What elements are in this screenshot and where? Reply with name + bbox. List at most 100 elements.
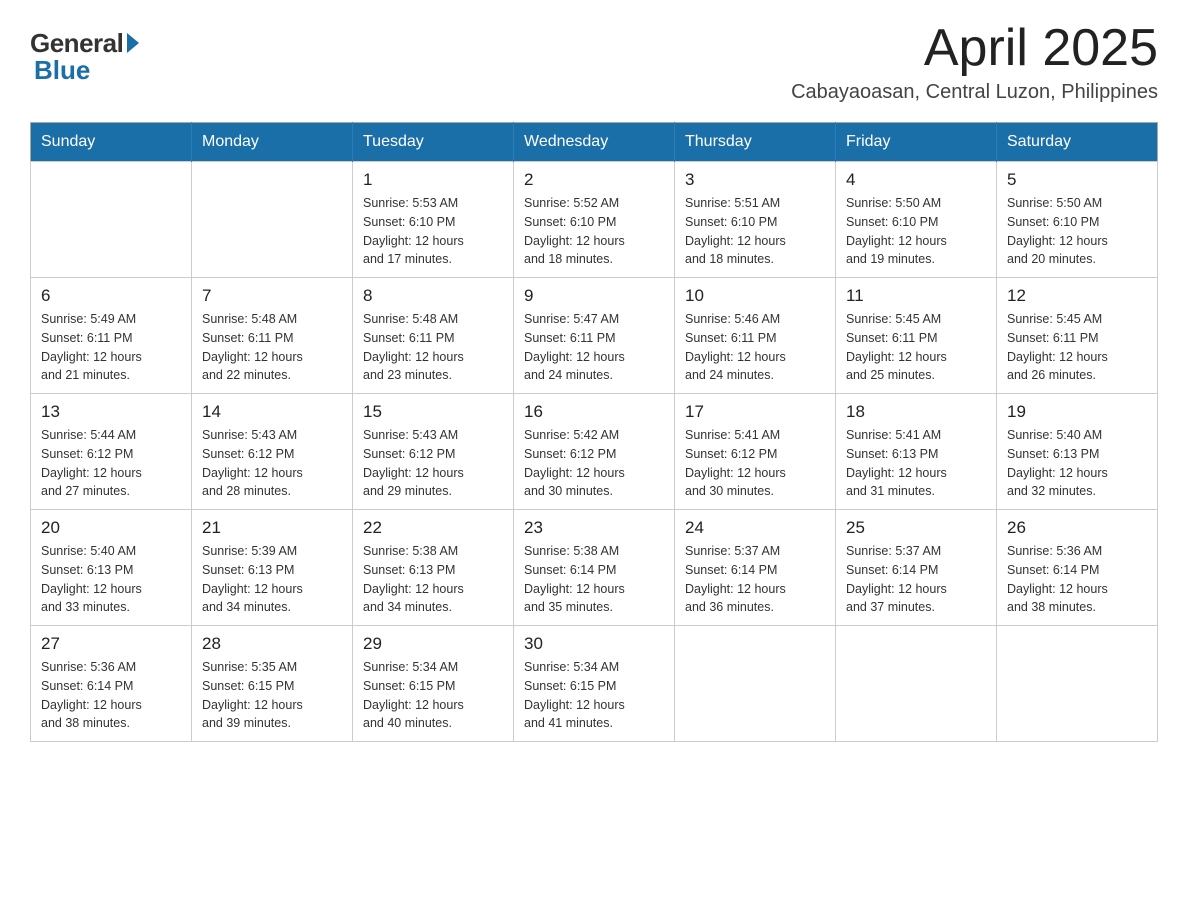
day-number: 25: [846, 518, 986, 538]
calendar-cell: [675, 626, 836, 742]
calendar-cell: 16Sunrise: 5:42 AM Sunset: 6:12 PM Dayli…: [514, 394, 675, 510]
day-number: 26: [1007, 518, 1147, 538]
day-number: 12: [1007, 286, 1147, 306]
day-info: Sunrise: 5:43 AM Sunset: 6:12 PM Dayligh…: [202, 426, 342, 501]
calendar-cell: 3 Sunrise: 5:51 AM Sunset: 6:10 PM Daylig…: [675, 162, 836, 278]
day-info: Sunrise: 5:51 AM Sunset: 6:10 PM Dayligh…: [685, 194, 825, 269]
day-info: Sunrise: 5:48 AM Sunset: 6:11 PM Dayligh…: [363, 310, 503, 385]
day-info: Sunrise: 5:50 AM Sunset: 6:10 PM Dayligh…: [1007, 194, 1147, 269]
header-tuesday: Tuesday: [353, 123, 514, 162]
day-number: 7: [202, 286, 342, 306]
day-info: Sunrise: 5:40 AM Sunset: 6:13 PM Dayligh…: [41, 542, 181, 617]
calendar-cell: 13 Sunrise: 5:44 AM Sunset: 6:12 PM Dayli…: [31, 394, 192, 510]
day-info: Sunrise: 5:46 AM Sunset: 6:11 PM Dayligh…: [685, 310, 825, 385]
calendar-week-5: 27 Sunrise: 5:36 AM Sunset: 6:14 PM Dayli…: [31, 626, 1158, 742]
day-info: Sunrise: 5:44 AM Sunset: 6:12 PM Dayligh…: [41, 426, 181, 501]
calendar-cell: [31, 162, 192, 278]
day-number: 15: [363, 402, 503, 422]
header-sunday: Sunday: [31, 123, 192, 162]
day-number: 5: [1007, 170, 1147, 190]
calendar-cell: 25Sunrise: 5:37 AM Sunset: 6:14 PM Dayli…: [836, 510, 997, 626]
calendar-cell: 24Sunrise: 5:37 AM Sunset: 6:14 PM Dayli…: [675, 510, 836, 626]
calendar-cell: 20Sunrise: 5:40 AM Sunset: 6:13 PM Dayli…: [31, 510, 192, 626]
calendar-cell: 2 Sunrise: 5:52 AM Sunset: 6:10 PM Daylig…: [514, 162, 675, 278]
calendar-cell: 1 Sunrise: 5:53 AM Sunset: 6:10 PM Daylig…: [353, 162, 514, 278]
title-block: April 2025 Cabayaoasan, Central Luzon, P…: [791, 20, 1158, 104]
day-number: 13: [41, 402, 181, 422]
day-number: 10: [685, 286, 825, 306]
day-info: Sunrise: 5:52 AM Sunset: 6:10 PM Dayligh…: [524, 194, 664, 269]
day-info: Sunrise: 5:34 AM Sunset: 6:15 PM Dayligh…: [363, 658, 503, 733]
day-number: 2: [524, 170, 664, 190]
calendar-week-4: 20Sunrise: 5:40 AM Sunset: 6:13 PM Dayli…: [31, 510, 1158, 626]
day-info: Sunrise: 5:48 AM Sunset: 6:11 PM Dayligh…: [202, 310, 342, 385]
calendar-cell: [192, 162, 353, 278]
day-number: 6: [41, 286, 181, 306]
calendar-cell: 30 Sunrise: 5:34 AM Sunset: 6:15 PM Dayli…: [514, 626, 675, 742]
day-number: 11: [846, 286, 986, 306]
day-number: 28: [202, 634, 342, 654]
day-info: Sunrise: 5:40 AM Sunset: 6:13 PM Dayligh…: [1007, 426, 1147, 501]
day-info: Sunrise: 5:36 AM Sunset: 6:14 PM Dayligh…: [41, 658, 181, 733]
calendar-cell: 9Sunrise: 5:47 AM Sunset: 6:11 PM Daylig…: [514, 278, 675, 394]
calendar-cell: 29 Sunrise: 5:34 AM Sunset: 6:15 PM Dayli…: [353, 626, 514, 742]
calendar-cell: 14Sunrise: 5:43 AM Sunset: 6:12 PM Dayli…: [192, 394, 353, 510]
logo-blue-text: Blue: [34, 55, 90, 86]
calendar-cell: 5 Sunrise: 5:50 AM Sunset: 6:10 PM Daylig…: [997, 162, 1158, 278]
day-info: Sunrise: 5:39 AM Sunset: 6:13 PM Dayligh…: [202, 542, 342, 617]
calendar-table: SundayMondayTuesdayWednesdayThursdayFrid…: [30, 122, 1158, 742]
calendar-week-3: 13 Sunrise: 5:44 AM Sunset: 6:12 PM Dayli…: [31, 394, 1158, 510]
header-friday: Friday: [836, 123, 997, 162]
day-number: 30: [524, 634, 664, 654]
calendar-cell: 22 Sunrise: 5:38 AM Sunset: 6:13 PM Dayli…: [353, 510, 514, 626]
calendar-cell: 7 Sunrise: 5:48 AM Sunset: 6:11 PM Daylig…: [192, 278, 353, 394]
day-number: 8: [363, 286, 503, 306]
day-info: Sunrise: 5:43 AM Sunset: 6:12 PM Dayligh…: [363, 426, 503, 501]
calendar-cell: 15 Sunrise: 5:43 AM Sunset: 6:12 PM Dayli…: [353, 394, 514, 510]
day-info: Sunrise: 5:34 AM Sunset: 6:15 PM Dayligh…: [524, 658, 664, 733]
calendar-header-row: SundayMondayTuesdayWednesdayThursdayFrid…: [31, 123, 1158, 162]
day-info: Sunrise: 5:47 AM Sunset: 6:11 PM Dayligh…: [524, 310, 664, 385]
day-info: Sunrise: 5:49 AM Sunset: 6:11 PM Dayligh…: [41, 310, 181, 385]
logo-triangle-icon: [127, 33, 139, 53]
calendar-cell: 18Sunrise: 5:41 AM Sunset: 6:13 PM Dayli…: [836, 394, 997, 510]
header-wednesday: Wednesday: [514, 123, 675, 162]
month-title: April 2025: [791, 20, 1158, 77]
page-header: General Blue April 2025 Cabayaoasan, Cen…: [30, 20, 1158, 104]
day-number: 22: [363, 518, 503, 538]
calendar-cell: 17Sunrise: 5:41 AM Sunset: 6:12 PM Dayli…: [675, 394, 836, 510]
calendar-cell: 21 Sunrise: 5:39 AM Sunset: 6:13 PM Dayli…: [192, 510, 353, 626]
calendar-cell: 4Sunrise: 5:50 AM Sunset: 6:10 PM Daylig…: [836, 162, 997, 278]
day-number: 29: [363, 634, 503, 654]
day-number: 17: [685, 402, 825, 422]
day-number: 18: [846, 402, 986, 422]
day-number: 4: [846, 170, 986, 190]
calendar-week-2: 6 Sunrise: 5:49 AM Sunset: 6:11 PM Daylig…: [31, 278, 1158, 394]
calendar-cell: 8 Sunrise: 5:48 AM Sunset: 6:11 PM Daylig…: [353, 278, 514, 394]
calendar-cell: [836, 626, 997, 742]
logo: General Blue: [30, 28, 139, 86]
day-number: 23: [524, 518, 664, 538]
calendar-cell: 28 Sunrise: 5:35 AM Sunset: 6:15 PM Dayli…: [192, 626, 353, 742]
calendar-cell: 23 Sunrise: 5:38 AM Sunset: 6:14 PM Dayli…: [514, 510, 675, 626]
day-number: 19: [1007, 402, 1147, 422]
day-info: Sunrise: 5:42 AM Sunset: 6:12 PM Dayligh…: [524, 426, 664, 501]
day-info: Sunrise: 5:45 AM Sunset: 6:11 PM Dayligh…: [1007, 310, 1147, 385]
day-info: Sunrise: 5:36 AM Sunset: 6:14 PM Dayligh…: [1007, 542, 1147, 617]
header-monday: Monday: [192, 123, 353, 162]
day-number: 1: [363, 170, 503, 190]
day-number: 27: [41, 634, 181, 654]
day-number: 3: [685, 170, 825, 190]
calendar-cell: 11Sunrise: 5:45 AM Sunset: 6:11 PM Dayli…: [836, 278, 997, 394]
calendar-cell: 19 Sunrise: 5:40 AM Sunset: 6:13 PM Dayli…: [997, 394, 1158, 510]
day-number: 21: [202, 518, 342, 538]
location-title: Cabayaoasan, Central Luzon, Philippines: [791, 81, 1158, 104]
day-info: Sunrise: 5:53 AM Sunset: 6:10 PM Dayligh…: [363, 194, 503, 269]
day-number: 24: [685, 518, 825, 538]
day-info: Sunrise: 5:38 AM Sunset: 6:14 PM Dayligh…: [524, 542, 664, 617]
day-info: Sunrise: 5:35 AM Sunset: 6:15 PM Dayligh…: [202, 658, 342, 733]
day-info: Sunrise: 5:38 AM Sunset: 6:13 PM Dayligh…: [363, 542, 503, 617]
calendar-cell: 6 Sunrise: 5:49 AM Sunset: 6:11 PM Daylig…: [31, 278, 192, 394]
calendar-week-1: 1 Sunrise: 5:53 AM Sunset: 6:10 PM Daylig…: [31, 162, 1158, 278]
header-saturday: Saturday: [997, 123, 1158, 162]
